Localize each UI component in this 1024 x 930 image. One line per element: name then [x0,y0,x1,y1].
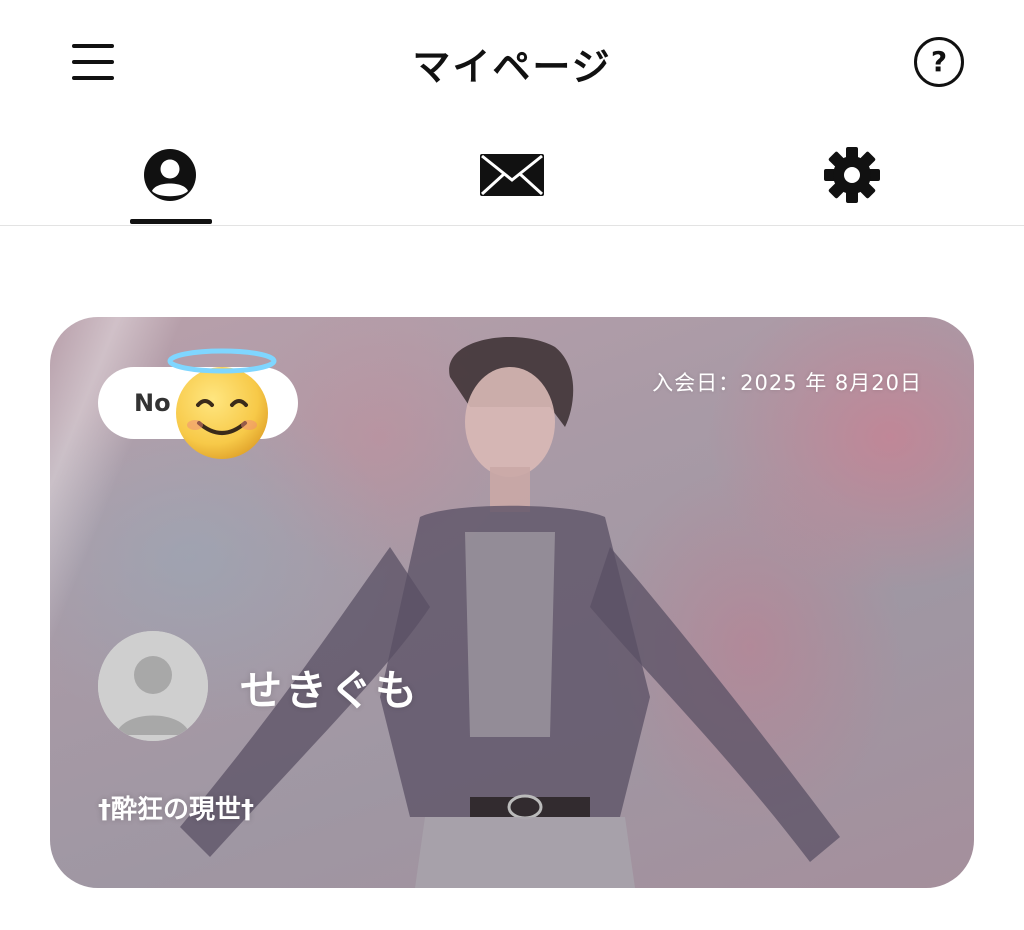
tab-bar [0,125,1024,226]
user-name: せきぐも [240,666,421,715]
tab-settings[interactable] [752,125,952,225]
envelope-icon [480,154,544,196]
default-avatar-icon [98,631,208,741]
active-tab-indicator [130,219,212,224]
top-bar: マイページ ? [0,0,1024,125]
tab-messages[interactable] [412,125,612,225]
user-title: †酔狂の現世† [98,795,255,825]
help-button[interactable]: ? [914,37,964,87]
page-title: マイページ [412,45,612,89]
gear-icon [824,147,880,203]
help-icon: ? [930,45,948,78]
tab-profile[interactable] [70,125,270,225]
member-card[interactable]: No 入会日：2025 年 8月20日 せきぐも †酔狂の現世† [50,317,974,888]
smiling-face-with-halo-emoji-icon [167,348,277,459]
join-date: 入会日：2025 年 8月20日 [652,371,922,395]
user-circle-icon [144,149,196,201]
